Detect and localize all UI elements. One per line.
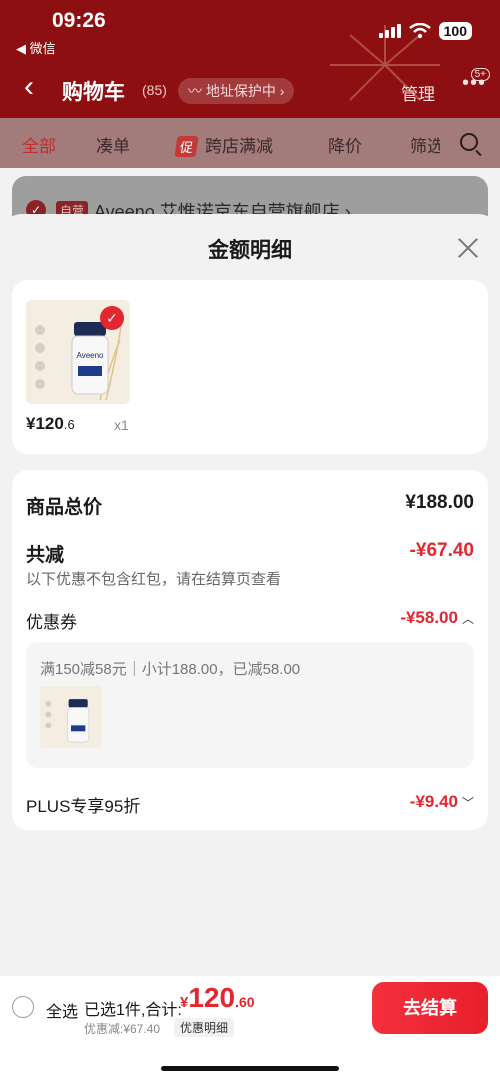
- discount-summary: 优惠减:¥67.40: [84, 1022, 161, 1036]
- coupon-product-thumbnail: [40, 686, 102, 748]
- status-time: 09:26: [52, 9, 106, 32]
- close-icon[interactable]: [456, 236, 480, 260]
- coupon-detail-box: 满150减58元｜小计188.00，已减58.00: [26, 642, 474, 768]
- back-to-app[interactable]: ◀ 微信: [16, 38, 56, 57]
- promo-tag: 促: [174, 136, 199, 157]
- manage-button[interactable]: 管理: [401, 80, 435, 105]
- plus-discount-label: PLUS专享95折: [26, 797, 141, 816]
- discount-value: -¥67.40: [409, 540, 474, 561]
- product-card: Aveeno ✓ ¥120.6 x1: [12, 280, 488, 454]
- total-value: ¥188.00: [405, 492, 474, 513]
- discount-note: 以下优惠不包含红包，请在结算页查看: [26, 571, 282, 588]
- tab-price-drop[interactable]: 降价: [328, 132, 362, 157]
- more-badge: 5+: [470, 68, 490, 81]
- wifi-icon: [408, 23, 431, 39]
- chevron-up-icon: ︿: [461, 612, 474, 626]
- select-all-radio[interactable]: [12, 996, 34, 1018]
- chevron-down-icon: ﹀: [461, 796, 474, 810]
- cart-count: (85): [142, 82, 167, 98]
- coupon-label: 优惠券: [26, 613, 77, 632]
- checkout-button[interactable]: 去结算: [372, 982, 488, 1034]
- total-amount: ¥120.60: [180, 982, 255, 1013]
- discount-label: 共减: [26, 545, 65, 566]
- tab-bundle[interactable]: 凑单: [96, 132, 130, 157]
- product-selected-check-icon[interactable]: ✓: [100, 306, 124, 330]
- back-arrow-icon[interactable]: ‹: [24, 72, 34, 102]
- search-icon[interactable]: [460, 133, 478, 151]
- svg-text:Aveeno: Aveeno: [77, 351, 105, 360]
- amount-detail-sheet: 金额明细 Aveeno ✓ ¥120.6 x1 商品总价 ¥188.00 共减 …: [0, 214, 500, 1082]
- coupon-detail-text: 满150减58元｜小计188.00，已减58.00: [40, 661, 301, 678]
- signal-icon: [378, 24, 401, 38]
- coupon-toggle[interactable]: -¥58.00 ︿: [400, 608, 474, 628]
- page-title: 购物车: [62, 81, 125, 104]
- discount-detail-link[interactable]: 优惠明细: [174, 1018, 235, 1037]
- nav-bar: ‹ 购物车 (85) 〰 地址保护中 › 管理 ••• 5+: [0, 68, 500, 110]
- selected-summary: 已选1件,合计:: [84, 1002, 182, 1019]
- total-label: 商品总价: [26, 497, 103, 518]
- product-bottle-icon: [40, 686, 102, 748]
- tab-cross-store[interactable]: 促跨店满减: [174, 132, 273, 157]
- checkout-bar: 全选 已选1件,合计: ¥120.60 优惠减:¥67.40 优惠明细 去结算: [0, 976, 500, 1082]
- address-protect-badge[interactable]: 〰 地址保护中 ›: [178, 78, 295, 104]
- home-indicator: [161, 1066, 339, 1071]
- price-detail-card: 商品总价 ¥188.00 共减 -¥67.40 以下优惠不包含红包，请在结算页查…: [12, 470, 488, 830]
- status-icons: 100: [378, 22, 472, 40]
- tab-all[interactable]: 全部: [22, 132, 56, 157]
- shield-icon: 〰: [188, 83, 206, 99]
- filter-tabs: 全部 凑单 促跨店满减 降价 筛选: [0, 118, 500, 168]
- battery-icon: 100: [438, 22, 472, 40]
- product-price: ¥120.6: [26, 414, 75, 433]
- tab-filter[interactable]: 筛选: [410, 132, 440, 157]
- plus-discount-toggle[interactable]: -¥9.40 ﹀: [410, 792, 474, 812]
- sheet-title: 金额明细: [208, 239, 292, 262]
- select-all-label[interactable]: 全选: [46, 998, 78, 1022]
- product-quantity: x1: [114, 417, 129, 433]
